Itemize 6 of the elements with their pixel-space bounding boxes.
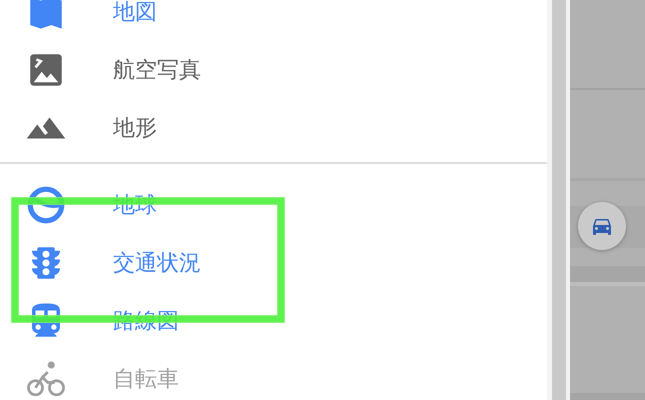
menu-item[interactable]: 航空写真 (0, 41, 547, 99)
menu-item[interactable]: 地形 (0, 99, 547, 157)
menu-item[interactable]: 地図 (0, 0, 547, 41)
menu-item[interactable]: 交通状況 (0, 234, 547, 292)
menu-item[interactable]: 自転車 (0, 350, 547, 400)
globe-icon (25, 184, 67, 226)
